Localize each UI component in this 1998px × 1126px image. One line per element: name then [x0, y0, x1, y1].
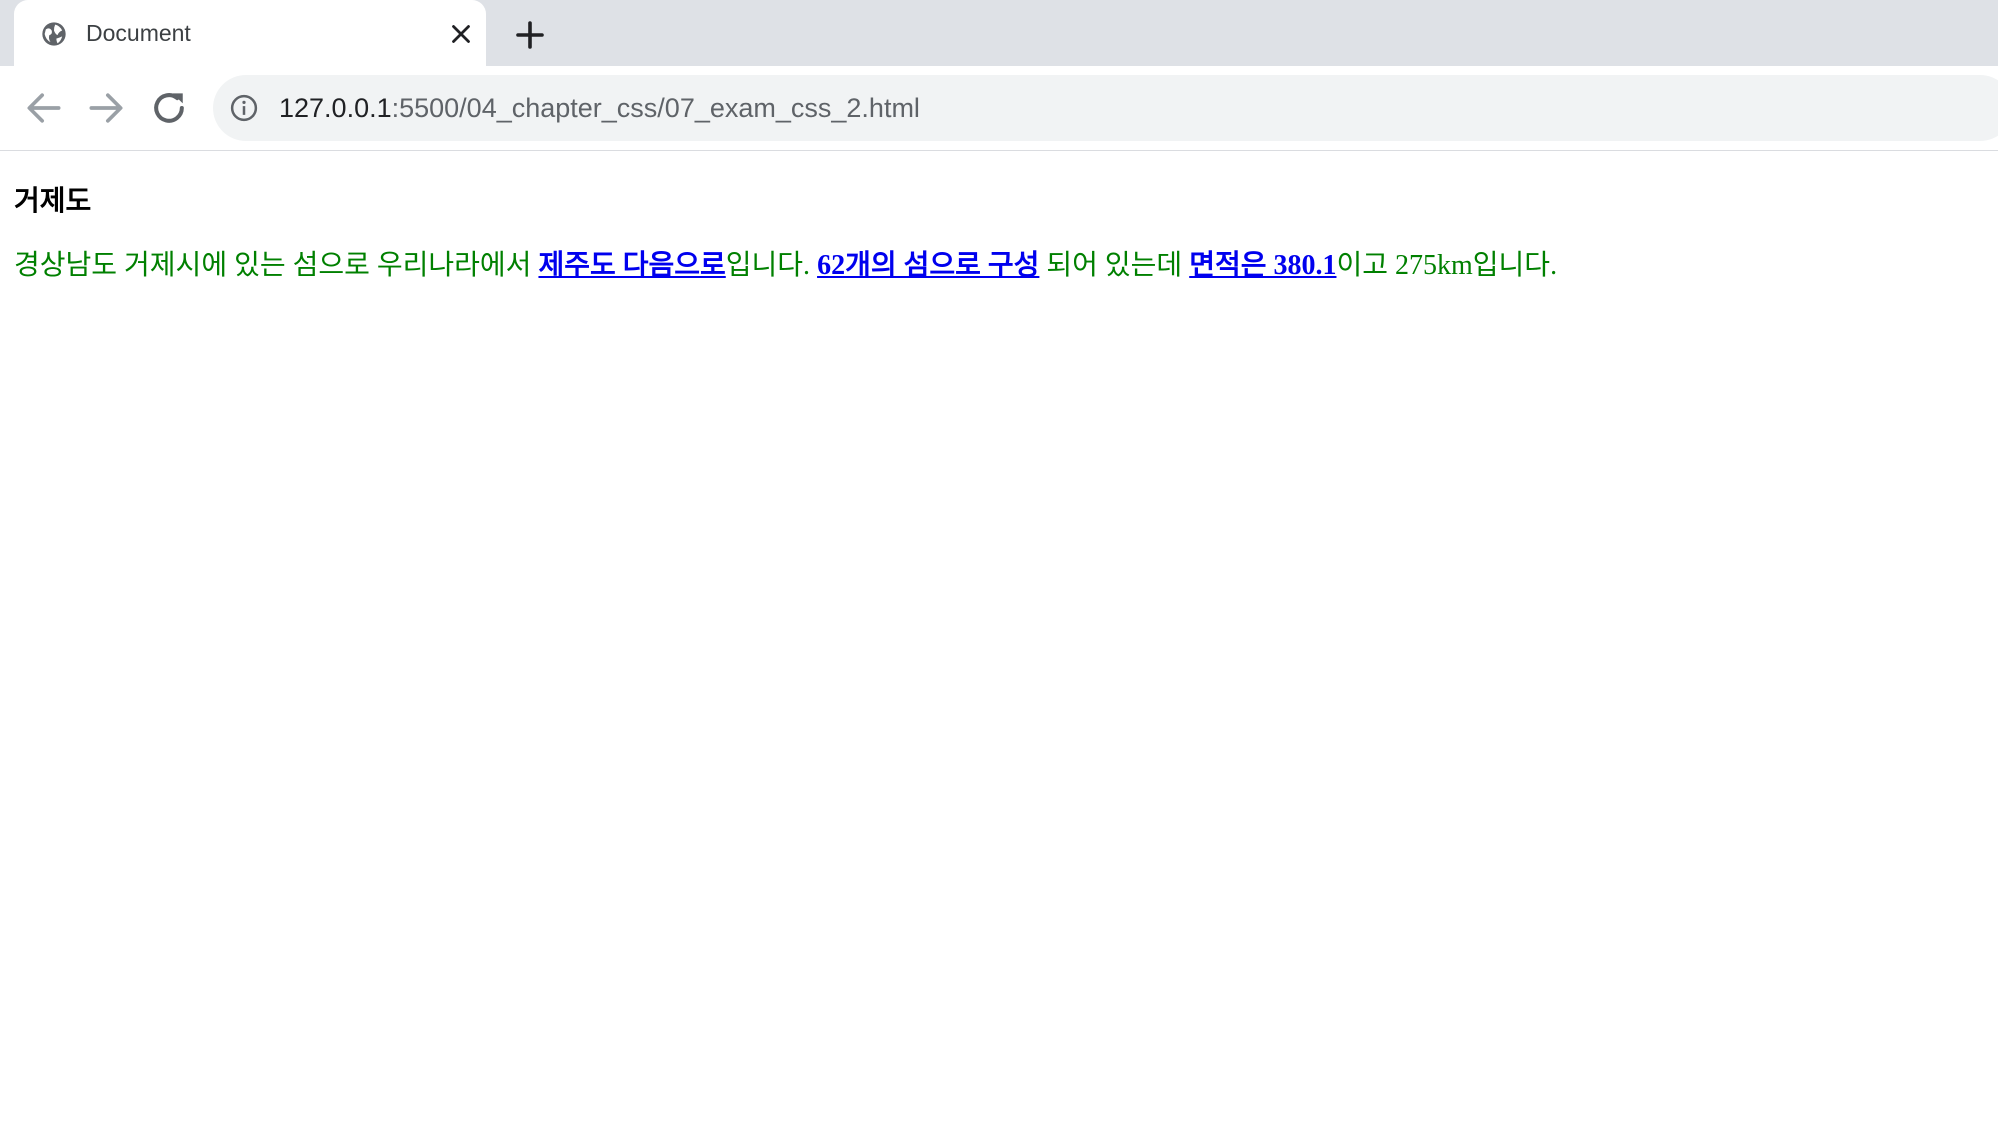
- info-icon[interactable]: [229, 93, 259, 123]
- page-content: 거제도 경상남도 거제시에 있는 섬으로 우리나라에서 제주도 다음으로입니다.…: [0, 151, 1998, 1126]
- tab-document[interactable]: Document: [14, 0, 486, 66]
- plus-icon[interactable]: [512, 17, 548, 53]
- tab-title: Document: [86, 20, 191, 46]
- link-62-islands[interactable]: 62개의 섬으로 구성: [817, 250, 1039, 281]
- browser-window: Document 127.0.0.1:5500/04_chapter_css/0…: [0, 0, 1998, 1126]
- page-paragraph: 경상남도 거제시에 있는 섬으로 우리나라에서 제주도 다음으로입니다. 62개…: [14, 246, 1557, 286]
- arrow-left-icon[interactable]: [22, 86, 66, 130]
- tab-strip: Document: [0, 0, 1998, 66]
- browser-toolbar: 127.0.0.1:5500/04_chapter_css/07_exam_cs…: [0, 66, 1998, 151]
- url-host: 127.0.0.1: [279, 93, 392, 123]
- url-text[interactable]: 127.0.0.1:5500/04_chapter_css/07_exam_cs…: [279, 91, 920, 125]
- url-path: :5500/04_chapter_css/07_exam_css_2.html: [391, 93, 920, 123]
- paragraph-text-1: 경상남도 거제시에 있는 섬으로 우리나라에서: [14, 250, 539, 281]
- link-area[interactable]: 면적은 380.1: [1189, 250, 1336, 281]
- paragraph-text-4: 이고 275km입니다.: [1336, 250, 1558, 281]
- reload-icon[interactable]: [147, 86, 191, 130]
- arrow-right-icon[interactable]: [84, 86, 128, 130]
- address-bar[interactable]: 127.0.0.1:5500/04_chapter_css/07_exam_cs…: [213, 75, 1998, 141]
- paragraph-text-2: 입니다.: [725, 250, 818, 281]
- globe-icon: [42, 22, 66, 46]
- link-jeju-next[interactable]: 제주도 다음으로: [538, 250, 725, 281]
- paragraph-text-3: 되어 있는데: [1039, 250, 1190, 281]
- close-icon[interactable]: [446, 19, 476, 49]
- page-title: 거제도: [14, 185, 92, 216]
